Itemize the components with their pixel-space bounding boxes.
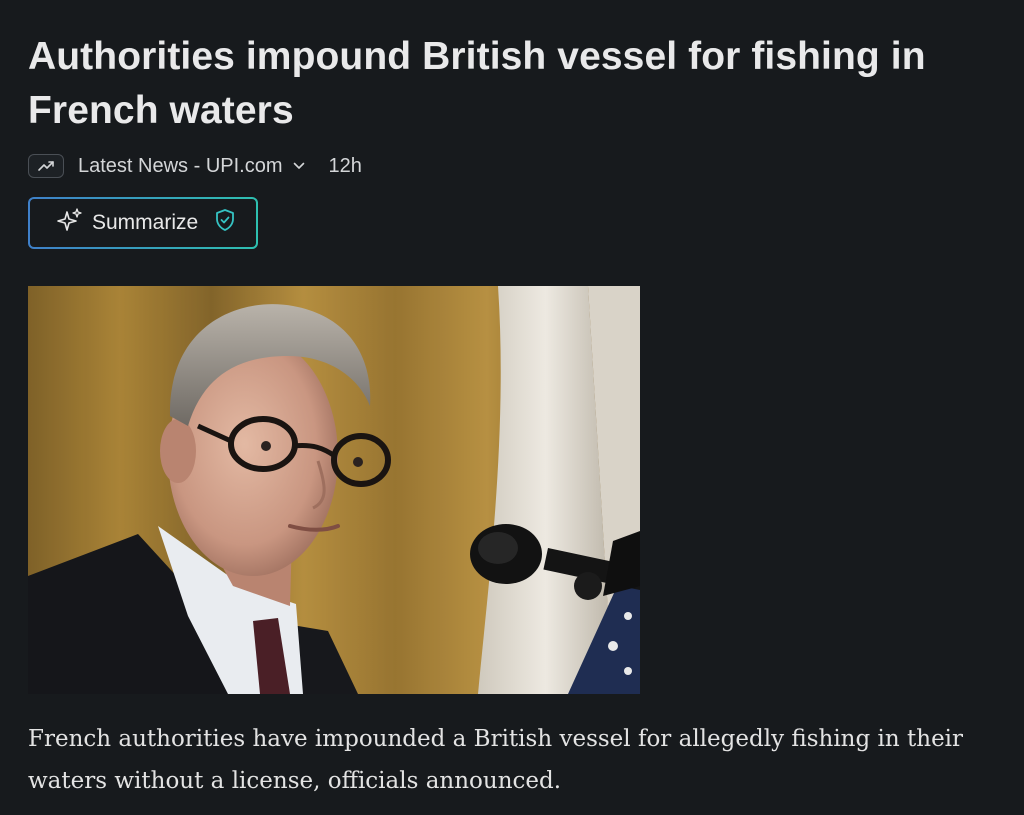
summarize-button[interactable]: Summarize — [28, 197, 258, 249]
summarize-label: Summarize — [92, 211, 199, 234]
shield-check-icon — [214, 208, 236, 238]
article-age: 12h — [328, 154, 362, 177]
source-name: Latest News - UPI.com — [78, 154, 283, 177]
source-menu[interactable]: Latest News - UPI.com — [78, 155, 329, 178]
sparkles-icon — [56, 206, 84, 240]
article-headline[interactable]: Authorities impound British vessel for f… — [28, 30, 988, 138]
chevron-down-icon — [293, 162, 305, 170]
article-photo[interactable] — [28, 286, 640, 694]
trending-up-icon — [28, 154, 64, 178]
article-meta: Latest News - UPI.com 12h — [28, 152, 362, 180]
news-article: Authorities impound British vessel for f… — [0, 0, 1024, 815]
article-summary: French authorities have impounded a Brit… — [28, 726, 964, 794]
